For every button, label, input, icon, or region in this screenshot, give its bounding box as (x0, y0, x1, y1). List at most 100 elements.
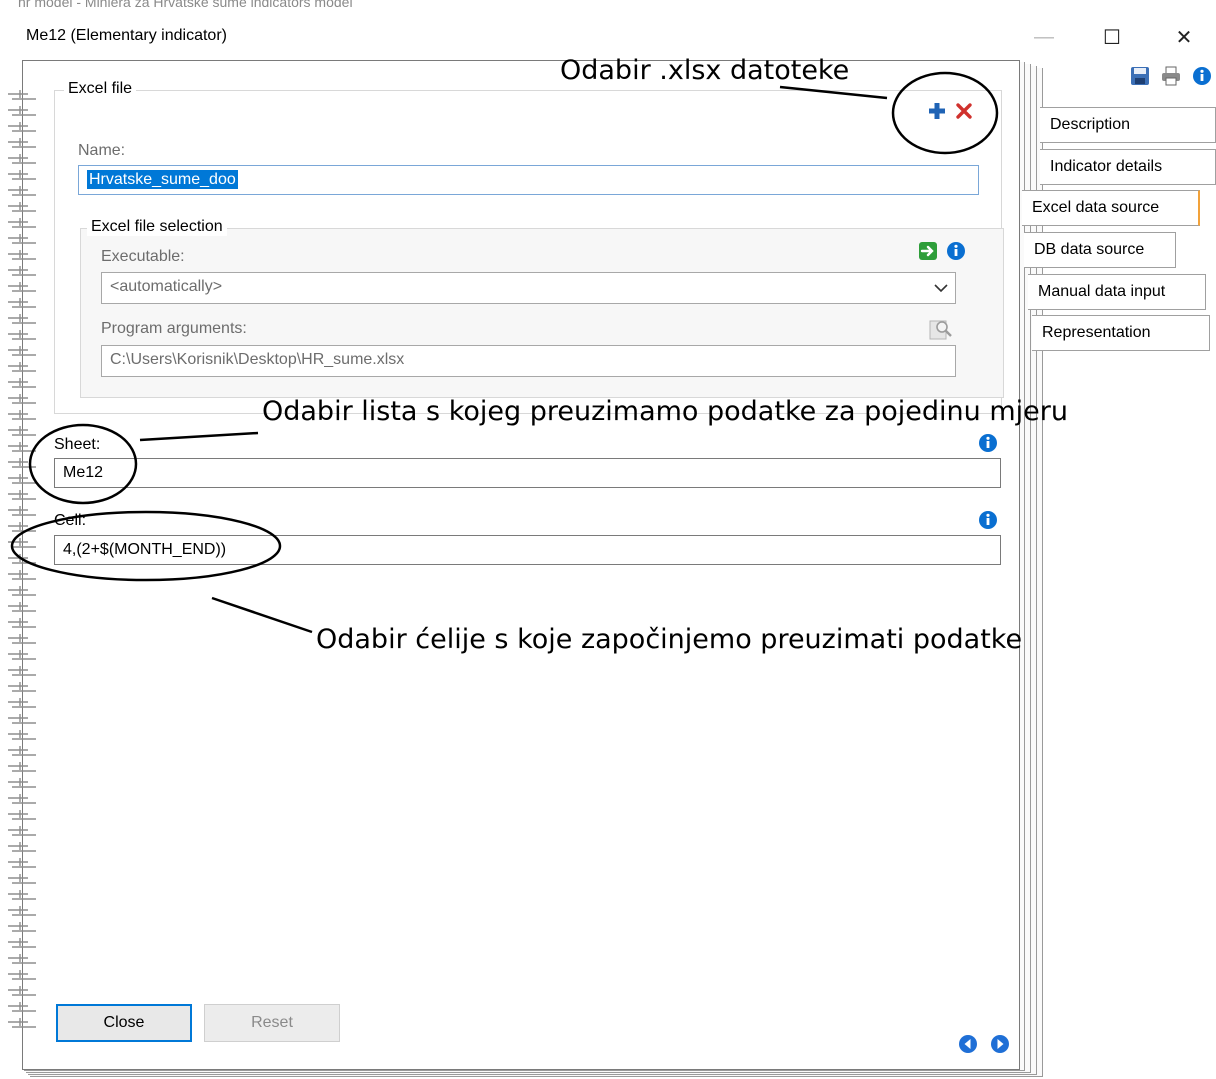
spiral-ring (8, 154, 36, 164)
go-icon[interactable] (918, 241, 938, 261)
maximize-icon: ☐ (1103, 26, 1121, 49)
close-icon: ✕ (1175, 26, 1193, 49)
close-button[interactable]: Close (56, 1004, 192, 1042)
arguments-value: C:\Users\Korisnik\Desktop\HR_sume.xlsx (110, 351, 405, 368)
tab-label: DB data source (1034, 241, 1145, 258)
reset-button[interactable]: Reset (204, 1004, 340, 1042)
executable-select[interactable]: <automatically> (101, 272, 956, 304)
window-title: Me12 (Elementary indicator) (26, 27, 227, 44)
spiral-ring (8, 266, 36, 276)
browse-icon[interactable] (928, 317, 954, 341)
spiral-ring (8, 602, 36, 612)
spiral-ring (8, 650, 36, 660)
maximize-button[interactable]: ☐ (1092, 22, 1132, 52)
spiral-ring (8, 90, 36, 100)
print-icon[interactable] (1161, 66, 1181, 86)
spiral-ring (8, 730, 36, 740)
spiral-ring (8, 1018, 36, 1028)
executable-info-icon[interactable] (946, 241, 966, 261)
reset-button-label: Reset (251, 1014, 293, 1031)
spiral-ring (8, 106, 36, 116)
arguments-field[interactable]: C:\Users\Korisnik\Desktop\HR_sume.xlsx (101, 345, 956, 377)
excel-file-legend: Excel file (64, 80, 137, 98)
info-icon[interactable] (1192, 66, 1212, 86)
close-button-label: Close (103, 1014, 145, 1031)
minimize-icon: — (1034, 25, 1054, 48)
annotation-file: Odabir .xlsx datoteke (560, 55, 850, 86)
previous-page-icon[interactable] (958, 1034, 978, 1054)
spiral-ring (8, 362, 36, 372)
spiral-ring (8, 506, 36, 516)
delete-icon[interactable] (955, 102, 973, 120)
cell-info-icon[interactable] (978, 510, 998, 530)
spiral-ring (8, 634, 36, 644)
spiral-ring (8, 570, 36, 580)
tab-description[interactable]: Description (1040, 107, 1216, 143)
tab-representation[interactable]: Representation (1032, 315, 1210, 351)
background-window-title: hr model - Miniera za Hrvatske sume indi… (18, 0, 353, 10)
spiral-ring (8, 282, 36, 292)
name-label: Name: (78, 142, 126, 159)
spiral-ring (8, 122, 36, 132)
arguments-label: Program arguments: (101, 320, 247, 337)
sheet-label: Sheet: (54, 436, 101, 453)
sheet-field[interactable]: Me12 (54, 458, 1001, 488)
spiral-ring (8, 746, 36, 756)
spiral-ring (8, 394, 36, 404)
spiral-ring (8, 586, 36, 596)
spiral-ring (8, 1002, 36, 1012)
spiral-ring (8, 762, 36, 772)
sheet-info-icon[interactable] (978, 433, 998, 453)
chevron-down-icon[interactable] (934, 283, 948, 293)
tab-indicator-details[interactable]: Indicator details (1040, 149, 1216, 185)
spiral-ring (8, 698, 36, 708)
spiral-ring (8, 218, 36, 228)
tab-manual-data-input[interactable]: Manual data input (1028, 274, 1206, 310)
spiral-ring (8, 938, 36, 948)
spiral-ring (8, 826, 36, 836)
tab-label: Description (1050, 116, 1131, 133)
tab-label: Manual data input (1038, 283, 1166, 300)
spiral-ring (8, 618, 36, 628)
spiral-ring (8, 554, 36, 564)
save-icon[interactable] (1130, 66, 1150, 86)
spiral-ring (8, 410, 36, 420)
executable-label: Executable: (101, 248, 185, 265)
tab-label: Indicator details (1050, 158, 1163, 175)
name-field[interactable]: Hrvatske_sume_doo (78, 165, 979, 195)
spiral-ring (8, 170, 36, 180)
spiral-ring (8, 794, 36, 804)
spiral-ring (8, 314, 36, 324)
spiral-ring (8, 138, 36, 148)
annotation-cell: Odabir ćelije s koje započinjemo preuzim… (316, 624, 1023, 655)
tab-label: Representation (1042, 324, 1151, 341)
spiral-ring (8, 186, 36, 196)
spiral-ring (8, 250, 36, 260)
spiral-ring (8, 666, 36, 676)
spiral-ring (8, 538, 36, 548)
annotation-sheet: Odabir lista s kojeg preuzimamo podatke … (262, 396, 1068, 427)
tab-db-data-source[interactable]: DB data source (1024, 232, 1176, 268)
plus-icon[interactable] (928, 102, 946, 120)
cell-field[interactable]: 4,(2+$(MONTH_END)) (54, 535, 1001, 565)
spiral-ring (8, 378, 36, 388)
spiral-ring (8, 890, 36, 900)
spiral-ring (8, 426, 36, 436)
spiral-ring (8, 874, 36, 884)
spiral-ring (8, 922, 36, 932)
spiral-ring (8, 474, 36, 484)
spiral-ring (8, 298, 36, 308)
spiral-ring (8, 202, 36, 212)
tab-excel-data-source[interactable]: Excel data source (1022, 190, 1200, 226)
cell-label: Cell: (54, 512, 87, 529)
close-window-button[interactable]: ✕ (1164, 22, 1204, 52)
spiral-ring (8, 490, 36, 500)
tab-label: Excel data source (1032, 199, 1160, 216)
spiral-ring (8, 234, 36, 244)
spiral-ring (8, 346, 36, 356)
next-page-icon[interactable] (990, 1034, 1010, 1054)
spiral-ring (8, 682, 36, 692)
minimize-button[interactable]: — (1024, 22, 1064, 52)
cell-value: 4,(2+$(MONTH_END)) (63, 541, 227, 558)
name-value: Hrvatske_sume_doo (87, 170, 238, 189)
